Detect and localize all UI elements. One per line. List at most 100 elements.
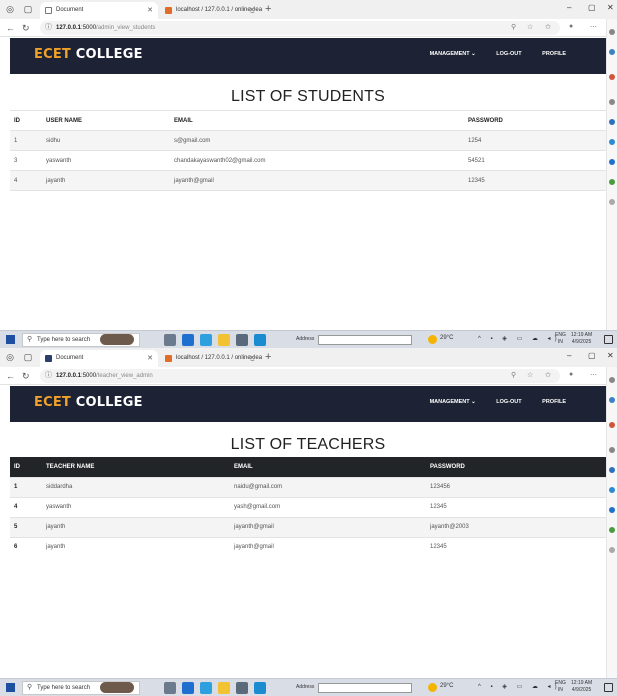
tools-icon[interactable] [609, 447, 615, 453]
vscode-app-icon[interactable] [254, 682, 266, 694]
search-icon[interactable] [609, 377, 615, 383]
minimize-icon[interactable]: – [567, 3, 571, 12]
close-icon[interactable]: ✕ [249, 350, 255, 367]
address-toolbar-label: Address [296, 684, 315, 690]
refresh-icon[interactable]: ↻ [22, 370, 30, 382]
games-icon[interactable] [609, 119, 615, 125]
nav-management-dropdown[interactable]: MANAGEMENT ⌄ [430, 399, 476, 405]
search-icon[interactable] [609, 29, 615, 35]
zoom-icon[interactable]: ⚲ [511, 23, 516, 31]
weather-temperature[interactable]: 29°C [440, 683, 453, 689]
task-view-icon[interactable] [164, 334, 176, 346]
new-tab-icon[interactable]: + [265, 350, 271, 365]
outlook-icon[interactable] [609, 507, 615, 513]
search-highlight-image [100, 334, 134, 345]
new-tab-icon[interactable]: + [265, 2, 271, 17]
weather-icon[interactable] [428, 683, 437, 692]
tab-actions-icon[interactable]: ▢ [22, 351, 34, 363]
weather-temperature[interactable]: 29°C [440, 335, 453, 341]
add-sidebar-icon[interactable] [609, 547, 615, 553]
screenshot-students: ◎ ▢ Document ✕ localhost / 127.0.0.1 / o… [0, 0, 617, 348]
close-icon[interactable]: ✕ [147, 350, 153, 367]
taskbar-clock[interactable]: 12:19 AM 4/9/2025 [571, 680, 592, 694]
tools-icon[interactable] [609, 99, 615, 105]
nav-logout-link[interactable]: LOG-OUT [496, 51, 521, 57]
column-header-email: EMAIL [234, 463, 253, 470]
nav-profile-link[interactable]: PROFILE [542, 51, 566, 57]
profile-icon[interactable]: ◎ [4, 351, 16, 363]
outlook-icon[interactable] [609, 159, 615, 165]
favorites-icon[interactable]: ✩ [545, 23, 551, 31]
notification-icon[interactable] [604, 335, 613, 344]
drop-icon[interactable] [609, 527, 615, 533]
system-tray-icons[interactable]: ^ ▪ ◈ ▭ ☁ ◂) [478, 335, 561, 342]
address-toolbar-input[interactable] [318, 335, 412, 345]
edge-dev-app-icon[interactable] [200, 682, 212, 694]
nav-profile-link[interactable]: PROFILE [542, 399, 566, 405]
tab-actions-icon[interactable]: ▢ [22, 3, 34, 15]
add-sidebar-icon[interactable] [609, 199, 615, 205]
address-toolbar-input[interactable] [318, 683, 412, 693]
close-icon[interactable]: ✕ [147, 2, 153, 19]
edge-app-icon[interactable] [182, 334, 194, 346]
notification-icon[interactable] [604, 683, 613, 692]
profile-icon[interactable]: ◎ [4, 3, 16, 15]
browser-tab-document[interactable]: Document ✕ [40, 2, 158, 19]
table-header-row: ID USER NAME EMAIL PASSWORD [10, 110, 606, 131]
refresh-icon[interactable]: ↻ [22, 22, 30, 34]
more-menu-icon[interactable]: ⋯ [590, 371, 597, 379]
lang-code: ENG [555, 680, 566, 686]
vscode-app-icon[interactable] [254, 334, 266, 346]
brand-logo[interactable]: ECET COLLEGE [34, 47, 143, 62]
office-icon[interactable] [609, 487, 615, 493]
taskbar-clock[interactable]: 12:19 AM 4/9/2025 [571, 332, 592, 346]
file-explorer-icon[interactable] [218, 334, 230, 346]
restore-icon[interactable]: ▢ [588, 351, 596, 360]
file-explorer-icon[interactable] [218, 682, 230, 694]
store-app-icon[interactable] [236, 334, 248, 346]
edge-dev-app-icon[interactable] [200, 334, 212, 346]
brand-logo[interactable]: ECET COLLEGE [34, 395, 143, 410]
back-icon[interactable]: ← [6, 22, 15, 34]
windows-start-icon[interactable] [6, 683, 15, 692]
site-info-icon[interactable]: ⓘ [45, 21, 52, 35]
language-indicator[interactable]: ENG IN [555, 332, 566, 346]
copilot-icon[interactable] [609, 397, 615, 403]
browser-tab-phpmyadmin[interactable]: localhost / 127.0.0.1 / online_lea ✕ [160, 2, 262, 19]
drop-icon[interactable] [609, 179, 615, 185]
window-close-icon[interactable]: ✕ [607, 3, 614, 12]
account-icon[interactable]: ● [569, 23, 573, 30]
shopping-icon[interactable] [609, 74, 615, 80]
more-menu-icon[interactable]: ⋯ [590, 23, 597, 31]
account-icon[interactable]: ● [569, 371, 573, 378]
copilot-icon[interactable] [609, 49, 615, 55]
browser-tab-document[interactable]: Document ✕ [40, 350, 158, 367]
office-icon[interactable] [609, 139, 615, 145]
edge-app-icon[interactable] [182, 682, 194, 694]
table-header-row: ID TEACHER NAME EMAIL PASSWORD [10, 457, 606, 477]
minimize-icon[interactable]: – [567, 351, 571, 360]
url-field[interactable]: ⓘ 127.0.0.1:5000/teacher_view_admin [40, 369, 560, 383]
browser-tab-phpmyadmin[interactable]: localhost / 127.0.0.1 / online_lea ✕ [160, 350, 262, 367]
shopping-icon[interactable] [609, 422, 615, 428]
task-view-icon[interactable] [164, 682, 176, 694]
favorite-star-icon[interactable]: ☆ [527, 23, 533, 31]
language-indicator[interactable]: ENG IN [555, 680, 566, 694]
favorite-star-icon[interactable]: ☆ [527, 371, 533, 379]
lang-region: IN [557, 687, 563, 693]
nav-management-dropdown[interactable]: MANAGEMENT ⌄ [430, 51, 476, 57]
games-icon[interactable] [609, 467, 615, 473]
system-tray-icons[interactable]: ^ ▪ ◈ ▭ ☁ ◂) [478, 683, 561, 690]
favorites-icon[interactable]: ✩ [545, 371, 551, 379]
close-icon[interactable]: ✕ [249, 2, 255, 19]
url-field[interactable]: ⓘ 127.0.0.1:5000/admin_view_students [40, 21, 560, 35]
windows-start-icon[interactable] [6, 335, 15, 344]
site-info-icon[interactable]: ⓘ [45, 369, 52, 383]
back-icon[interactable]: ← [6, 370, 15, 382]
window-close-icon[interactable]: ✕ [607, 351, 614, 360]
store-app-icon[interactable] [236, 682, 248, 694]
restore-icon[interactable]: ▢ [588, 3, 596, 12]
nav-logout-link[interactable]: LOG-OUT [496, 399, 521, 405]
weather-icon[interactable] [428, 335, 437, 344]
zoom-icon[interactable]: ⚲ [511, 371, 516, 379]
